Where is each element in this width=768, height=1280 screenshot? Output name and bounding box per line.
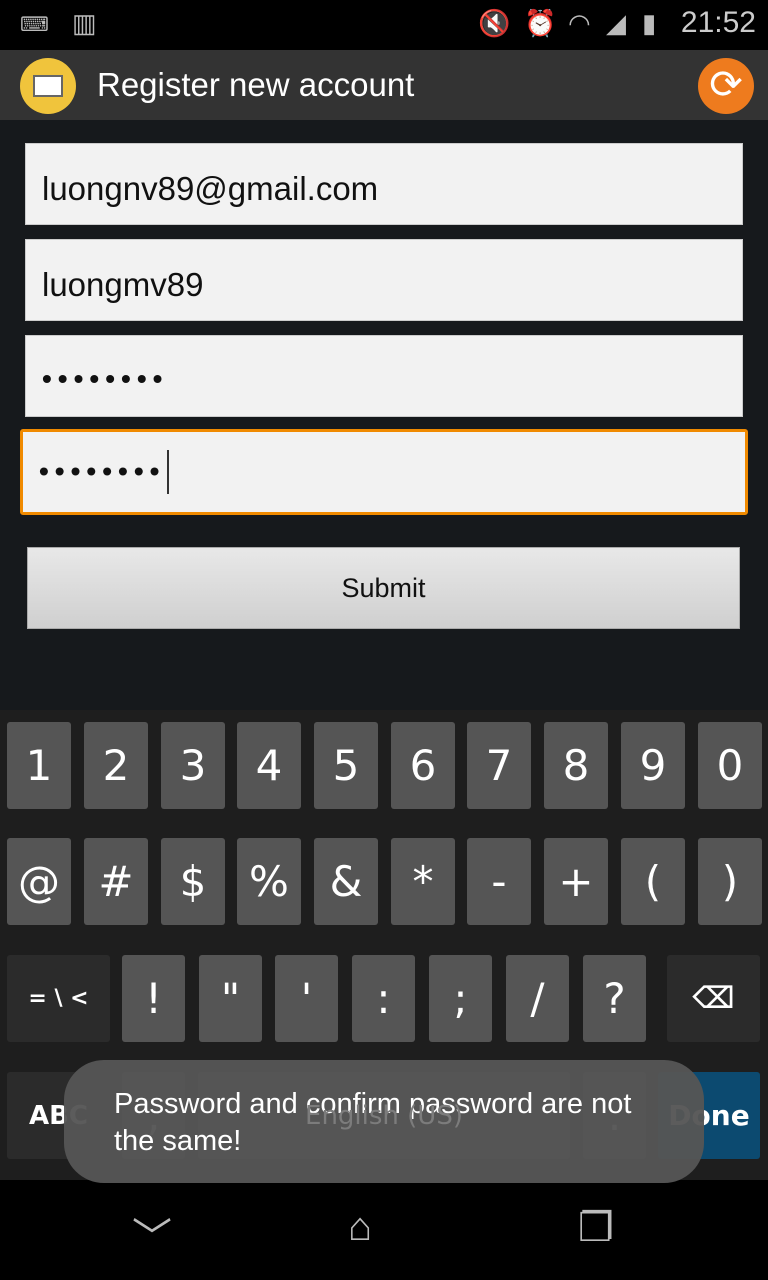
symbols-key[interactable]: = \ < [7, 955, 110, 1042]
space-key-label: English (US) [305, 1100, 463, 1131]
password-value: •••••••• [42, 363, 169, 394]
key[interactable]: 0 [698, 722, 762, 809]
signal-icon: ◢ [606, 8, 626, 38]
key[interactable]: & [314, 838, 378, 925]
action-bar: Register new account ⟳ [0, 50, 768, 120]
key[interactable]: ( [621, 838, 685, 925]
email-field[interactable]: luongnv89@gmail.com [25, 143, 743, 225]
home-icon[interactable]: ⌂ [348, 1205, 372, 1250]
wifi-icon: ◠ [568, 8, 591, 38]
recents-icon[interactable]: ❐ [578, 1205, 614, 1251]
clock: 21:52 [680, 6, 756, 39]
refresh-icon[interactable]: ⟳ [698, 58, 754, 114]
key[interactable]: 9 [621, 722, 685, 809]
key[interactable]: % [237, 838, 301, 925]
key[interactable]: 7 [467, 722, 531, 809]
key[interactable]: / [506, 955, 569, 1042]
key[interactable]: ? [583, 955, 646, 1042]
key[interactable]: ) [698, 838, 762, 925]
backspace-key[interactable]: ⌫ [667, 955, 760, 1042]
confirm-password-field[interactable]: •••••••• [20, 429, 748, 515]
key[interactable]: + [544, 838, 608, 925]
key[interactable]: 6 [391, 722, 455, 809]
battery-charging-icon: ▮ [642, 8, 657, 38]
password-field[interactable]: •••••••• [25, 335, 743, 417]
key[interactable]: # [84, 838, 148, 925]
key[interactable]: ' [275, 955, 338, 1042]
alarm-icon: ⏰ [524, 8, 557, 38]
barcode-icon: ▥ [72, 8, 97, 38]
key[interactable]: 1 [7, 722, 71, 809]
status-bar: ⌨ ▥ 🔇 ⏰ ◠ ◢ ▮ 21:52 [0, 0, 768, 50]
presentation-chart-icon[interactable] [20, 58, 76, 114]
text-cursor [167, 450, 170, 494]
back-icon[interactable]: ﹀ [132, 1205, 172, 1263]
mute-icon: 🔇 [478, 8, 511, 38]
key[interactable]: - [467, 838, 531, 925]
username-field[interactable]: luongmv89 [25, 239, 743, 321]
key[interactable]: ! [122, 955, 185, 1042]
key[interactable]: * [391, 838, 455, 925]
navigation-bar: ﹀ ⌂ ❐ [0, 1180, 768, 1280]
key[interactable]: ; [429, 955, 492, 1042]
key[interactable]: 8 [544, 722, 608, 809]
keyboard-icon: ⌨ [20, 14, 49, 36]
register-form: luongnv89@gmail.com luongmv89 •••••••• •… [0, 120, 768, 710]
key[interactable]: 5 [314, 722, 378, 809]
submit-button[interactable]: Submit [27, 547, 740, 629]
key[interactable]: " [199, 955, 262, 1042]
page-title: Register new account [97, 66, 415, 103]
key[interactable]: @ [7, 838, 71, 925]
key[interactable]: 3 [161, 722, 225, 809]
key[interactable]: 4 [237, 722, 301, 809]
key[interactable]: $ [161, 838, 225, 925]
confirm-password-value: •••••••• [39, 455, 166, 487]
key[interactable]: : [352, 955, 415, 1042]
key[interactable]: 2 [84, 722, 148, 809]
